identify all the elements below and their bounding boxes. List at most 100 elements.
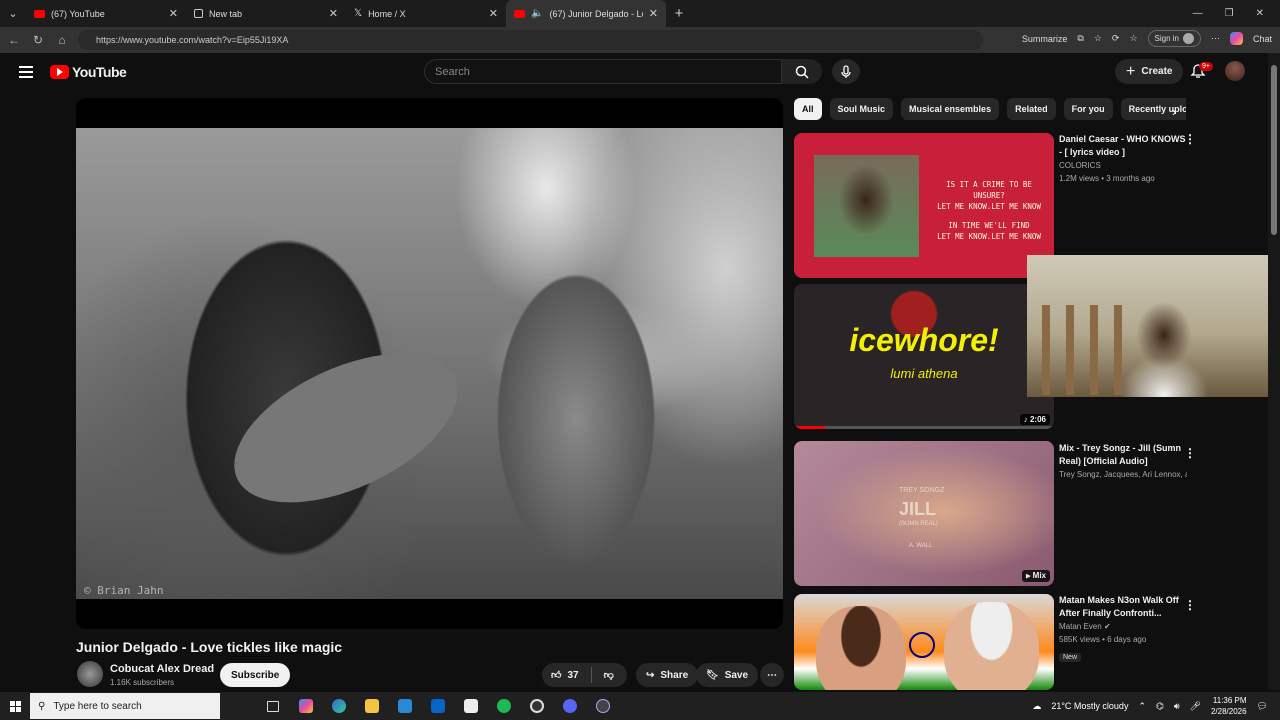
rec-title[interactable]: Matan Makes N3on Walk Off After Finally … xyxy=(1059,594,1187,620)
chevron-right-icon[interactable]: › xyxy=(1172,104,1176,119)
subscribe-button[interactable]: Subscribe xyxy=(220,663,291,687)
file-explorer-icon[interactable] xyxy=(355,699,388,713)
tab-youtube[interactable]: (67) YouTube ✕ xyxy=(26,0,186,27)
flag-wheel xyxy=(909,632,935,658)
chip-musical-ensembles[interactable]: Musical ensembles xyxy=(901,98,1000,120)
voice-search-button[interactable] xyxy=(832,59,860,84)
chip-related[interactable]: Related xyxy=(1007,98,1056,120)
search-button[interactable] xyxy=(782,59,822,84)
seated-figure xyxy=(446,188,706,599)
outlook-icon[interactable] xyxy=(421,699,454,713)
chip-for-you[interactable]: For you xyxy=(1063,98,1113,120)
mic-icon[interactable]: 🎤︎ xyxy=(1190,701,1201,712)
rec-more-icon[interactable]: ⋮ xyxy=(1184,447,1196,459)
summarize-button[interactable]: Summarize xyxy=(1022,34,1068,44)
save-button[interactable]: 🔖︎ Save xyxy=(696,663,759,687)
webcam-overlay xyxy=(1027,255,1280,397)
rec-thumbnail[interactable] xyxy=(794,594,1054,690)
rec-thumbnail[interactable]: icewhore! lumi athena ♪ 2:06 xyxy=(794,284,1054,429)
avatar[interactable] xyxy=(1225,61,1245,81)
close-window-icon[interactable]: ✕ xyxy=(1256,8,1264,19)
tab-junior-delgado[interactable]: 🔈 (67) Junior Delgado - Love tic ✕ xyxy=(506,0,666,27)
rec-title[interactable]: Daniel Caesar - WHO KNOWS - [ lyrics vid… xyxy=(1059,133,1187,159)
restore-icon[interactable]: ❐ xyxy=(1225,8,1234,19)
scrollbar-thumb[interactable] xyxy=(1271,65,1277,235)
sign-in-button[interactable]: Sign in xyxy=(1147,30,1201,47)
taskbar-search-placeholder: Type here to search xyxy=(53,700,142,712)
taskbar-search-field[interactable]: ⚲ Type here to search xyxy=(30,693,220,719)
more-actions-button[interactable]: ⋯ xyxy=(760,663,784,687)
rec-info[interactable]: Mix - Trey Songz - Jill (Sumn Real) [Off… xyxy=(1059,442,1187,481)
rec-channel-name: Matan Even xyxy=(1059,622,1102,631)
rec-channel[interactable]: Matan Even ✔ xyxy=(1059,620,1187,633)
close-tab-icon[interactable]: ✕ xyxy=(329,7,338,20)
app-icon[interactable] xyxy=(586,699,619,713)
chat-button[interactable]: Chat xyxy=(1253,34,1272,44)
menu-icon[interactable] xyxy=(19,66,33,78)
page-scrollbar[interactable] xyxy=(1268,53,1280,690)
rec-more-icon[interactable]: ⋮ xyxy=(1184,133,1196,145)
sign-in-label: Sign in xyxy=(1154,34,1179,43)
thumb-artist-text: TREY SONGZ xyxy=(899,487,945,494)
refresh-extension-icon[interactable]: ⟳ xyxy=(1112,33,1120,44)
spotify-icon[interactable] xyxy=(487,699,520,713)
speaker-icon[interactable]: 🔊︎ xyxy=(1174,701,1180,712)
obs-icon[interactable] xyxy=(520,699,553,713)
rec-thumbnail[interactable]: TREY SONGZ JILL (SUMN REAL) A. WALL ⫸ Mi… xyxy=(794,441,1054,586)
tab-actions-chevron-down-icon[interactable]: ⌄ xyxy=(0,0,26,27)
speaker-icon[interactable]: 🔈 xyxy=(531,8,543,19)
url-field[interactable]: https://www.youtube.com/watch?v=Eip55Ji1… xyxy=(78,30,983,50)
close-tab-icon[interactable]: ✕ xyxy=(169,7,178,20)
more-icon[interactable]: ⋯ xyxy=(1211,33,1220,44)
rec-more-icon[interactable]: ⋮ xyxy=(1184,599,1196,611)
notifications-icon[interactable]: 💬︎ xyxy=(1257,701,1268,712)
tab-x-home[interactable]: 𝕏 Home / X ✕ xyxy=(346,0,506,27)
rec-channel[interactable]: COLORICS xyxy=(1059,159,1187,172)
weather-icon[interactable]: ☁ xyxy=(1032,701,1041,712)
task-view-icon[interactable] xyxy=(256,700,289,712)
copilot-icon[interactable] xyxy=(1229,32,1243,45)
close-tab-icon[interactable]: ✕ xyxy=(489,7,498,20)
channel-avatar[interactable] xyxy=(77,661,103,687)
search-input[interactable]: Search xyxy=(424,59,782,84)
tab-new-tab[interactable]: New tab ✕ xyxy=(186,0,346,27)
home-icon[interactable]: ⌂ xyxy=(54,33,70,47)
rec-channel[interactable]: Trey Songz, Jacquees, Ari Lennox, a... xyxy=(1059,468,1187,481)
edge-icon[interactable] xyxy=(322,699,355,713)
lyric-line: IS IT A CRIME TO BE UNSURE? xyxy=(946,180,1032,200)
clock[interactable]: 11:36 PM 2/28/2026 xyxy=(1211,695,1247,717)
channel-name[interactable]: Cobucat Alex Dread xyxy=(110,663,214,675)
like-count[interactable]: 37 xyxy=(567,670,578,681)
copilot-taskbar-icon[interactable] xyxy=(289,699,322,713)
divider xyxy=(590,667,592,683)
share-button[interactable]: ↪ Share xyxy=(636,663,699,687)
rec-info[interactable]: Daniel Caesar - WHO KNOWS - [ lyrics vid… xyxy=(1059,133,1187,185)
streamer-figure xyxy=(1119,295,1209,397)
rec-thumbnail[interactable]: IS IT A CRIME TO BE UNSURE? LET ME KNOW.… xyxy=(794,133,1054,278)
extensions-icon[interactable]: ⧉ xyxy=(1077,33,1083,44)
network-icon[interactable]: ⌬ xyxy=(1156,701,1164,712)
close-tab-icon[interactable]: ✕ xyxy=(649,7,658,20)
youtube-play-icon xyxy=(50,65,69,79)
store-icon[interactable] xyxy=(388,699,421,713)
new-tab-button[interactable]: + xyxy=(666,5,692,22)
back-icon[interactable]: ← xyxy=(6,33,22,47)
weather-text[interactable]: 21°C Mostly cloudy xyxy=(1051,701,1128,711)
youtube-logo[interactable]: YouTube xyxy=(50,64,127,80)
start-button[interactable] xyxy=(0,700,30,712)
video-player[interactable]: © Brian Jahn xyxy=(76,98,783,629)
discord-icon[interactable] xyxy=(553,699,586,713)
favorites-icon[interactable]: ☆ xyxy=(1129,33,1137,44)
rec-info[interactable]: Matan Makes N3on Walk Off After Finally … xyxy=(1059,594,1187,664)
favorite-star-icon[interactable]: ☆ xyxy=(1094,33,1102,44)
thumbs-down-icon[interactable]: 👎︎ xyxy=(604,669,614,681)
thumbs-up-icon[interactable]: 👍︎ xyxy=(551,669,561,681)
chip-all[interactable]: All xyxy=(794,98,822,120)
create-button[interactable]: + Create xyxy=(1115,59,1184,84)
minimize-icon[interactable]: — xyxy=(1193,8,1203,19)
notepad-icon[interactable] xyxy=(454,699,487,713)
chevron-up-icon[interactable]: ⌃ xyxy=(1138,701,1146,712)
refresh-icon[interactable]: ↻ xyxy=(30,33,46,47)
chip-soul-music[interactable]: Soul Music xyxy=(829,98,894,120)
rec-title[interactable]: Mix - Trey Songz - Jill (Sumn Real) [Off… xyxy=(1059,442,1187,468)
